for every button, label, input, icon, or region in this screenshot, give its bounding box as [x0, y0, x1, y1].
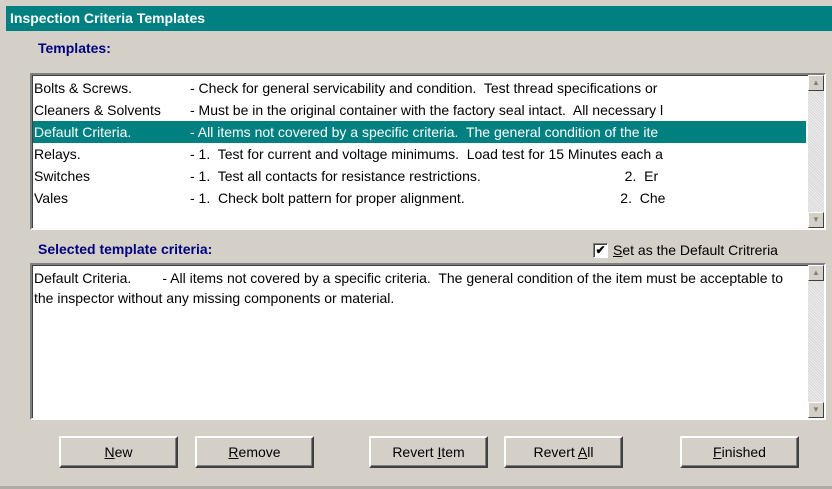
- checkbox-label-accel: S: [613, 242, 623, 258]
- template-description: - 1. Test for current and voltage minimu…: [190, 146, 663, 162]
- template-row[interactable]: Vales - 1. Check bolt pattern for proper …: [33, 187, 806, 209]
- remove-button-accel: R: [228, 444, 239, 460]
- window-title: Inspection Criteria Templates: [6, 6, 832, 31]
- template-row[interactable]: Default Criteria. - All items not covered…: [33, 121, 806, 143]
- criteria-templates-window: Inspection Criteria Templates Templates:…: [0, 0, 832, 489]
- template-description: - 1. Check bolt pattern for proper align…: [190, 190, 666, 206]
- default-criteria-checkbox-label: Set as the Default Critreria: [613, 242, 778, 258]
- scroll-up-icon[interactable]: ▲: [808, 265, 824, 281]
- finished-button-label: inished: [721, 444, 766, 460]
- templates-list-rows: Bolts & Screws. - Check for general servi…: [33, 77, 806, 228]
- finished-button-accel: F: [713, 444, 722, 460]
- template-row[interactable]: Switches - 1. Test all contacts for resis…: [33, 165, 806, 187]
- scroll-up-icon[interactable]: ▲: [808, 75, 824, 91]
- checkbox-label-text: et as the Default Critreria: [622, 242, 778, 258]
- revert-item-button[interactable]: Revert Item: [369, 436, 488, 468]
- remove-button-label: emove: [238, 444, 281, 460]
- revert-item-button-pre: Revert: [392, 444, 438, 460]
- criteria-text[interactable]: Default Criteria. - All items not covere…: [34, 268, 802, 308]
- finished-button[interactable]: Finished: [680, 436, 799, 468]
- template-name: Switches: [34, 168, 91, 184]
- revert-all-button[interactable]: Revert All: [504, 436, 623, 468]
- criteria-textarea[interactable]: Default Criteria. - All items not covere…: [30, 263, 826, 420]
- template-name: Cleaners & Solvents: [34, 102, 161, 118]
- template-row[interactable]: Cleaners & Solvents - Must be in the orig…: [33, 99, 806, 121]
- selected-criteria-label: Selected template criteria:: [38, 241, 213, 257]
- template-name: Default Criteria.: [34, 124, 132, 140]
- criteria-scrollbar[interactable]: ▲ ▼: [808, 265, 824, 418]
- revert-all-button-accel: A: [577, 444, 588, 460]
- scroll-down-icon[interactable]: ▼: [808, 402, 824, 418]
- revert-all-button-label: ll: [587, 444, 594, 460]
- new-button-accel: N: [104, 444, 115, 460]
- template-description: - Must be in the original container with…: [190, 102, 664, 118]
- scroll-down-icon[interactable]: ▼: [808, 212, 824, 228]
- revert-item-button-label: tem: [441, 444, 465, 460]
- checkbox-check-icon[interactable]: ✔: [593, 242, 608, 258]
- template-name: Relays.: [34, 146, 81, 162]
- remove-button[interactable]: Remove: [195, 436, 314, 468]
- template-row[interactable]: Bolts & Screws. - Check for general servi…: [33, 77, 806, 99]
- template-name: Bolts & Screws.: [34, 80, 133, 96]
- templates-label: Templates:: [38, 40, 111, 56]
- template-row[interactable]: Relays. - 1. Test for current and voltage…: [33, 143, 806, 165]
- template-description: - All items not covered by a specific cr…: [190, 124, 659, 140]
- default-criteria-checkbox[interactable]: ✔ Set as the Default Critreria: [593, 241, 778, 259]
- template-description: - Check for general servicability and co…: [190, 80, 658, 96]
- revert-all-button-pre: Revert: [533, 444, 578, 460]
- template-description: - 1. Test all contacts for resistance re…: [190, 168, 659, 184]
- new-button[interactable]: New: [59, 436, 178, 468]
- templates-list[interactable]: Bolts & Screws. - Check for general servi…: [30, 73, 826, 230]
- new-button-label: ew: [114, 444, 133, 460]
- templates-scrollbar[interactable]: ▲ ▼: [808, 75, 824, 228]
- template-name: Vales: [34, 190, 68, 206]
